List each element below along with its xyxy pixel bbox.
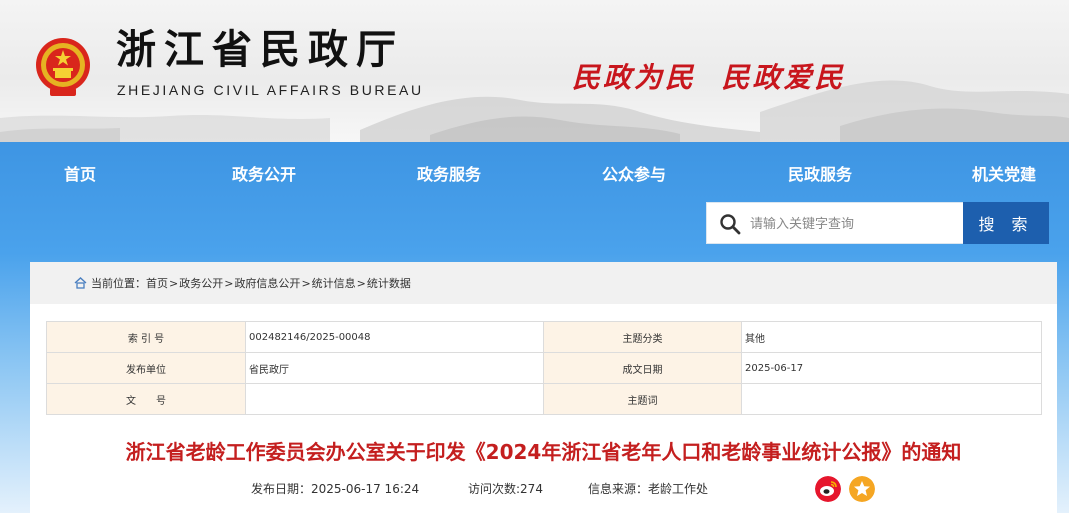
star-icon[interactable]: [849, 476, 875, 502]
site-header: 浙江省民政厅 ZHEJIANG CIVIL AFFAIRS BUREAU 民政为…: [0, 0, 1069, 142]
search-icon: [720, 214, 741, 235]
meta-label: 主题分类: [543, 321, 742, 353]
visit-count: 访问次数:274: [468, 482, 543, 496]
breadcrumb-separator: >: [356, 276, 366, 290]
search-button[interactable]: 搜 索: [963, 202, 1049, 244]
nav-item-party-building[interactable]: 机关党建: [972, 161, 1036, 185]
meta-label: 主题词: [543, 383, 742, 415]
breadcrumb-statistics-data[interactable]: 统计数据: [367, 275, 411, 291]
meta-label: 索 引 号: [46, 321, 246, 353]
table-row: 索 引 号 002482146/2025-00048 主题分类 其他: [46, 321, 1042, 353]
article-title: 浙江省老龄工作委员会办公室关于印发《2024年浙江省老年人口和老龄事业统计公报》…: [125, 440, 962, 464]
meta-value: [245, 383, 544, 415]
breadcrumb-separator: >: [301, 276, 311, 290]
weibo-icon[interactable]: [815, 476, 841, 502]
main-nav: 首页 政务公开 政务服务 公众参与 民政服务 机关党建: [0, 142, 1069, 200]
national-emblem-icon: [36, 38, 90, 96]
breadcrumb-prefix: 当前位置：: [91, 277, 146, 290]
meta-value: [741, 383, 1042, 415]
search-box: [706, 202, 964, 244]
breadcrumb: 当前位置： 首页 > 政务公开 > 政府信息公开 > 统计信息 > 统计数据: [74, 275, 411, 291]
home-icon: [74, 277, 87, 289]
search-input[interactable]: [750, 203, 960, 243]
breadcrumb-bar: 当前位置： 首页 > 政务公开 > 政府信息公开 > 统计信息 > 统计数据: [30, 262, 1057, 304]
document-meta-table: 索 引 号 002482146/2025-00048 主题分类 其他 发布单位 …: [46, 321, 1042, 415]
slogan: 民政为民 民政爱民: [572, 61, 846, 94]
publish-date: 发布日期：2025-06-17 16:24: [251, 482, 420, 496]
table-row: 文 号 主题词: [46, 383, 1042, 415]
meta-label: 成文日期: [543, 352, 742, 384]
content-panel: 当前位置： 首页 > 政务公开 > 政府信息公开 > 统计信息 > 统计数据 索…: [30, 262, 1057, 513]
site-title: 浙江省民政厅: [116, 26, 404, 73]
breadcrumb-separator: >: [224, 276, 234, 290]
breadcrumb-separator: >: [169, 276, 179, 290]
info-source: 信息来源：老龄工作处: [588, 482, 709, 496]
nav-item-government-affairs[interactable]: 政务公开: [232, 161, 296, 185]
meta-value: 其他: [741, 321, 1042, 353]
breadcrumb-home[interactable]: 首页: [146, 275, 168, 291]
site-subtitle: ZHEJIANG CIVIL AFFAIRS BUREAU: [117, 82, 424, 98]
meta-value: 2025-06-17: [741, 352, 1042, 384]
meta-value: 省民政厅: [245, 352, 544, 384]
meta-label: 发布单位: [46, 352, 246, 384]
nav-item-government-services[interactable]: 政务服务: [417, 161, 481, 185]
table-row: 发布单位 省民政厅 成文日期 2025-06-17: [46, 352, 1042, 384]
meta-value: 002482146/2025-00048: [245, 321, 544, 353]
nav-item-public-participation[interactable]: 公众参与: [602, 161, 666, 185]
nav-item-home[interactable]: 首页: [64, 161, 96, 185]
breadcrumb-government-info[interactable]: 政府信息公开: [234, 275, 300, 291]
breadcrumb-statistics-info[interactable]: 统计信息: [312, 275, 356, 291]
breadcrumb-government-affairs[interactable]: 政务公开: [179, 275, 223, 291]
meta-label: 文 号: [46, 383, 246, 415]
nav-item-civil-services[interactable]: 民政服务: [788, 161, 852, 185]
